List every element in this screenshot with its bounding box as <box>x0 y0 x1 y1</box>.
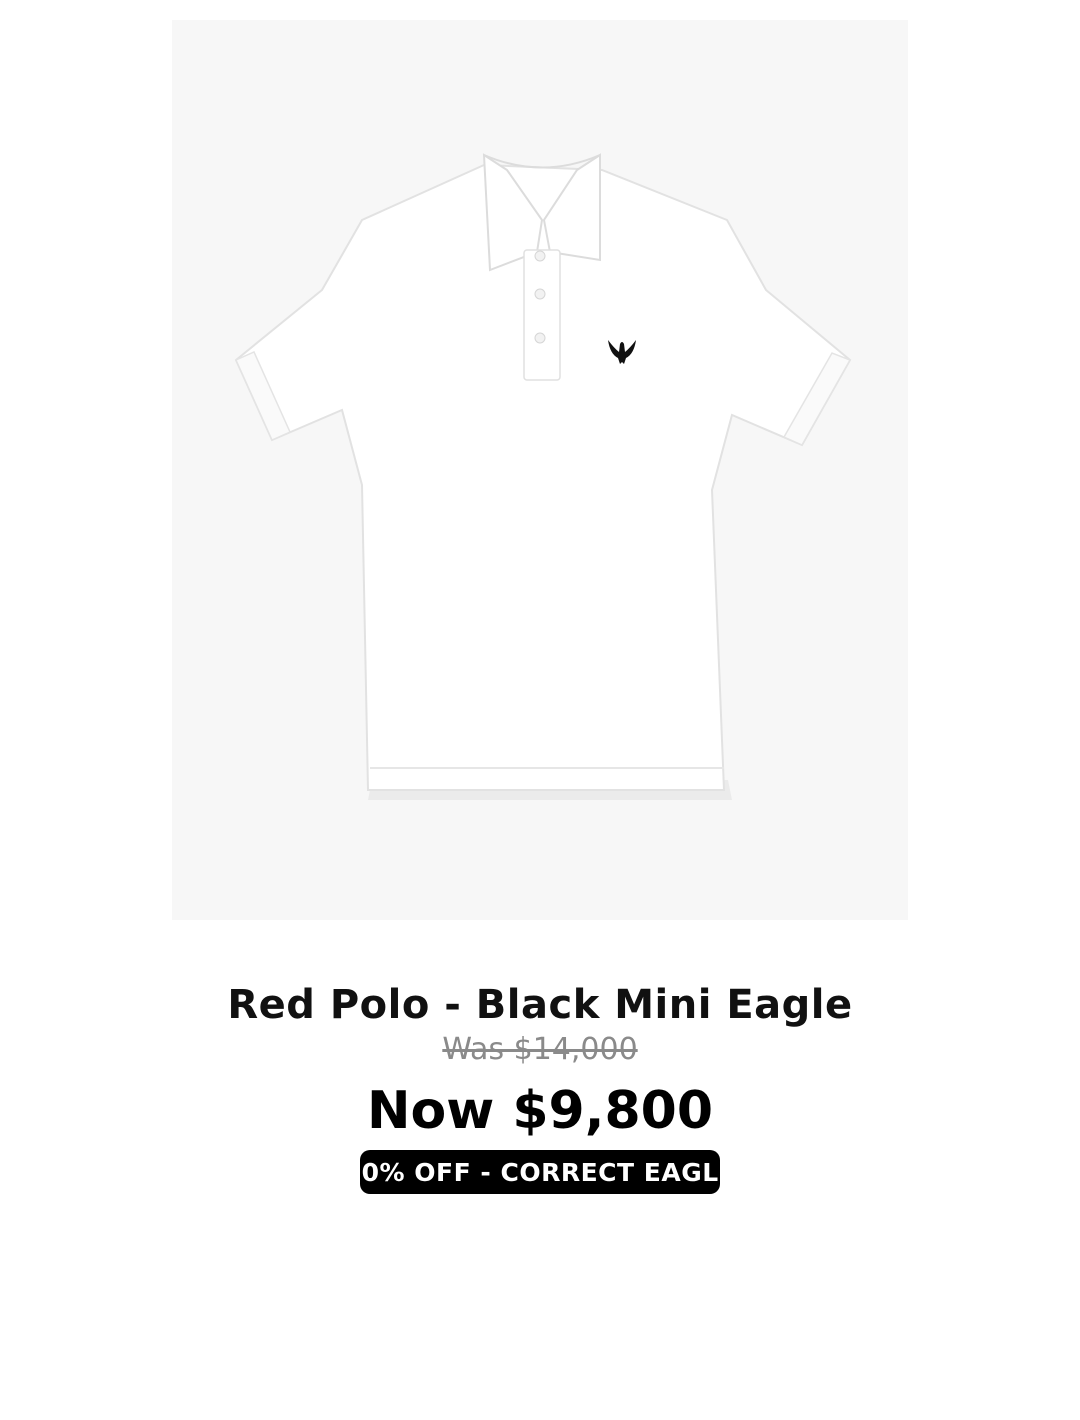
discount-badge-wrapper: 30% OFF - CORRECT EAGLE <box>0 1150 1080 1194</box>
discount-badge-label: 30% OFF - CORRECT EAGLE <box>360 1157 720 1187</box>
product-image[interactable] <box>172 20 908 920</box>
product-title: Red Polo - Black Mini Eagle <box>227 982 853 1028</box>
now-price: Now $9,800 <box>366 1081 714 1141</box>
product-info: Red Polo - Black Mini Eagle Was $14,000 … <box>0 980 1080 1194</box>
discount-badge: 30% OFF - CORRECT EAGLE <box>360 1150 720 1194</box>
was-price: Was $14,000 <box>442 1032 638 1067</box>
polo-shirt-icon <box>172 20 908 920</box>
